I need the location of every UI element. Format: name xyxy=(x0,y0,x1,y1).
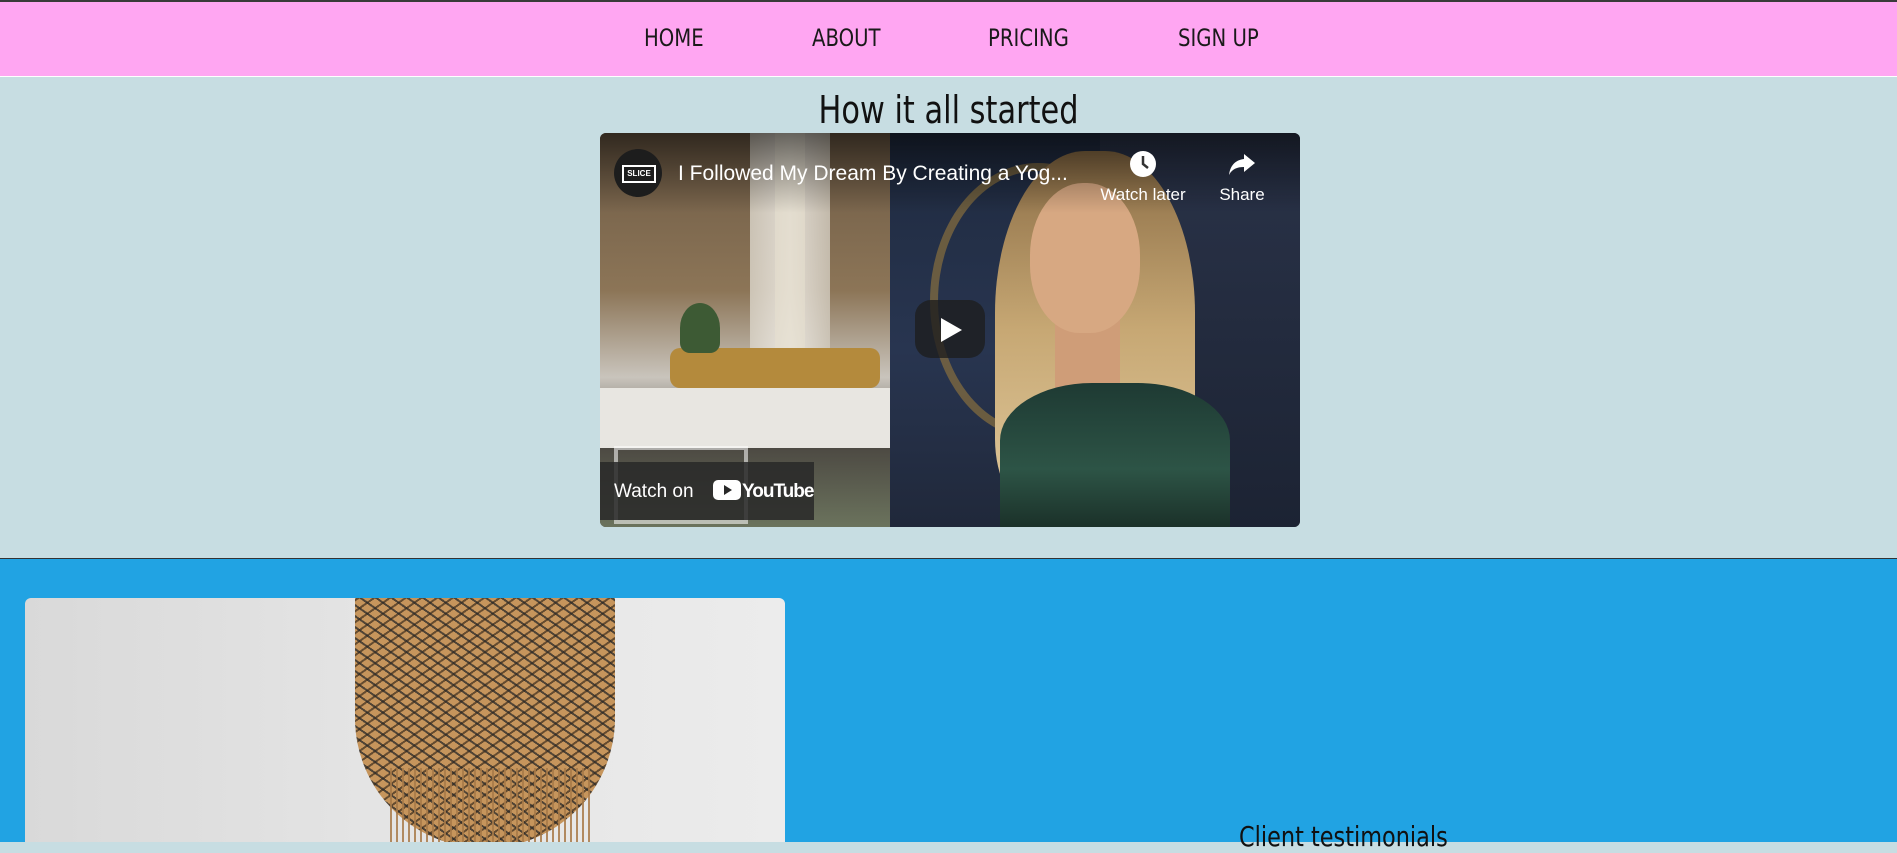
testimonials-heading: Client testimonials xyxy=(1239,820,1448,853)
youtube-embed[interactable]: SLICE I Followed My Dream By Creating a … xyxy=(600,133,1300,527)
nav-home-link[interactable]: HOME xyxy=(644,24,704,52)
top-navigation: HOME ABOUT PRICING SIGN UP xyxy=(0,2,1897,77)
nav-signup-link[interactable]: SIGN UP xyxy=(1178,24,1259,52)
video-plant xyxy=(680,303,720,353)
video-bench xyxy=(600,388,890,448)
watch-later-label: Watch later xyxy=(1100,185,1186,204)
watch-on-label: Watch on xyxy=(614,481,694,502)
section-heading: How it all started xyxy=(818,88,1079,132)
watch-on-youtube-button[interactable]: Watch on YouTube xyxy=(600,462,814,520)
nav-about-link[interactable]: ABOUT xyxy=(812,24,881,52)
watch-later-button[interactable]: Watch later xyxy=(1097,149,1189,205)
woven-lamp-photo xyxy=(25,598,785,842)
play-icon xyxy=(941,318,962,342)
share-icon xyxy=(1229,154,1255,175)
share-label: Share xyxy=(1219,185,1265,204)
youtube-logo-icon xyxy=(713,480,741,500)
play-button[interactable] xyxy=(915,300,985,358)
clock-icon xyxy=(1130,151,1156,177)
nav-pricing-link[interactable]: PRICING xyxy=(988,24,1069,52)
video-cushion xyxy=(670,348,880,388)
video-title[interactable]: I Followed My Dream By Creating a Yog... xyxy=(678,162,1083,186)
basket-fringe xyxy=(390,768,590,842)
channel-avatar[interactable]: SLICE xyxy=(614,149,662,197)
video-person-top xyxy=(1000,383,1230,527)
channel-logo-text: SLICE xyxy=(622,165,656,183)
youtube-wordmark: YouTube xyxy=(742,481,814,502)
share-button[interactable]: Share xyxy=(1196,149,1288,205)
